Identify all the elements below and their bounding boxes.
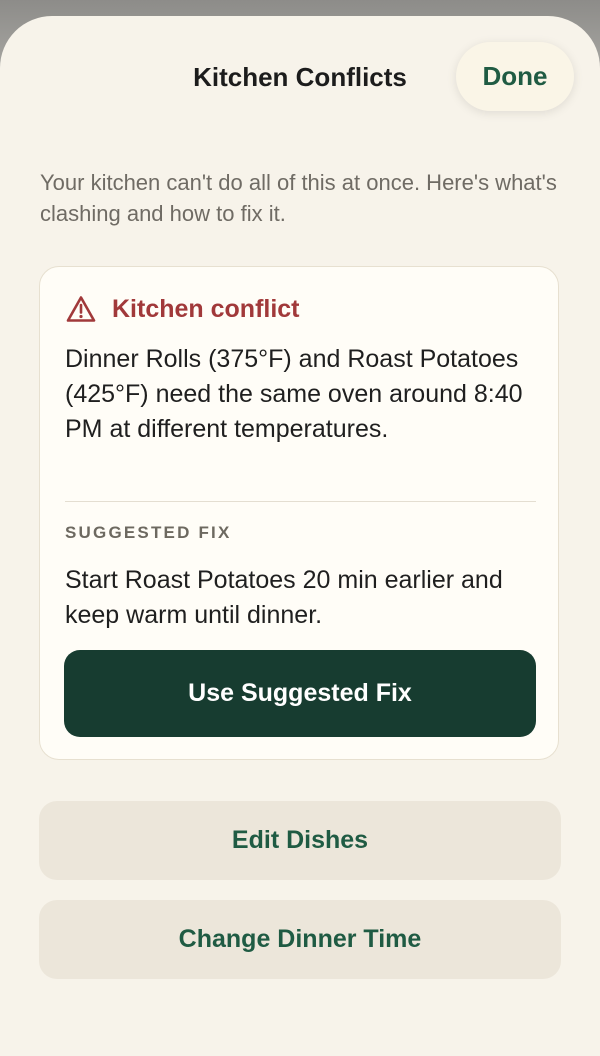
edit-dishes-button[interactable]: Edit Dishes (39, 801, 561, 880)
divider (65, 501, 536, 502)
conflict-header: Kitchen conflict (66, 293, 300, 325)
intro-text: Your kitchen can't do all of this at onc… (40, 170, 557, 226)
conflict-title: Kitchen conflict (112, 295, 300, 323)
change-dinner-time-button[interactable]: Change Dinner Time (39, 900, 561, 979)
done-button[interactable]: Done (456, 42, 574, 111)
warning-triangle-icon (66, 295, 96, 323)
conflict-description: Dinner Rolls (375°F) and Roast Potatoes … (65, 345, 523, 443)
suggested-fix-label: SUGGESTED FIX (65, 523, 232, 542)
use-suggested-fix-button[interactable]: Use Suggested Fix (64, 650, 536, 737)
conflict-card: Kitchen conflict Dinner Rolls (375°F) an… (39, 266, 559, 760)
suggested-fix-description: Start Roast Potatoes 20 min earlier and … (65, 566, 503, 629)
